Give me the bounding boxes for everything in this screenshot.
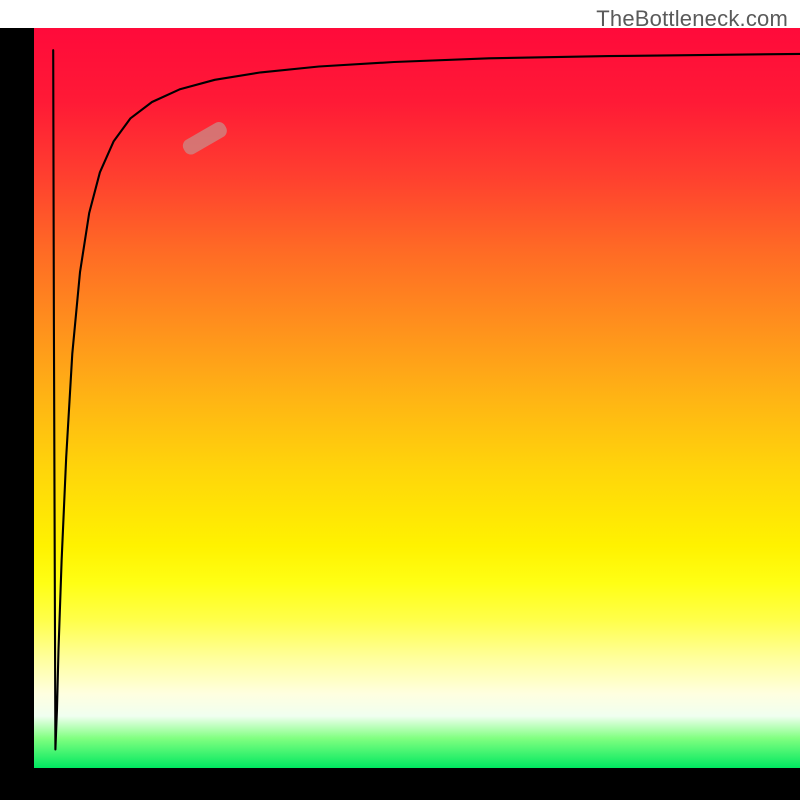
x-axis-bar [0, 768, 800, 800]
bottleneck-chart [0, 0, 800, 800]
plot-background [34, 28, 800, 768]
y-axis-bar [0, 28, 34, 784]
